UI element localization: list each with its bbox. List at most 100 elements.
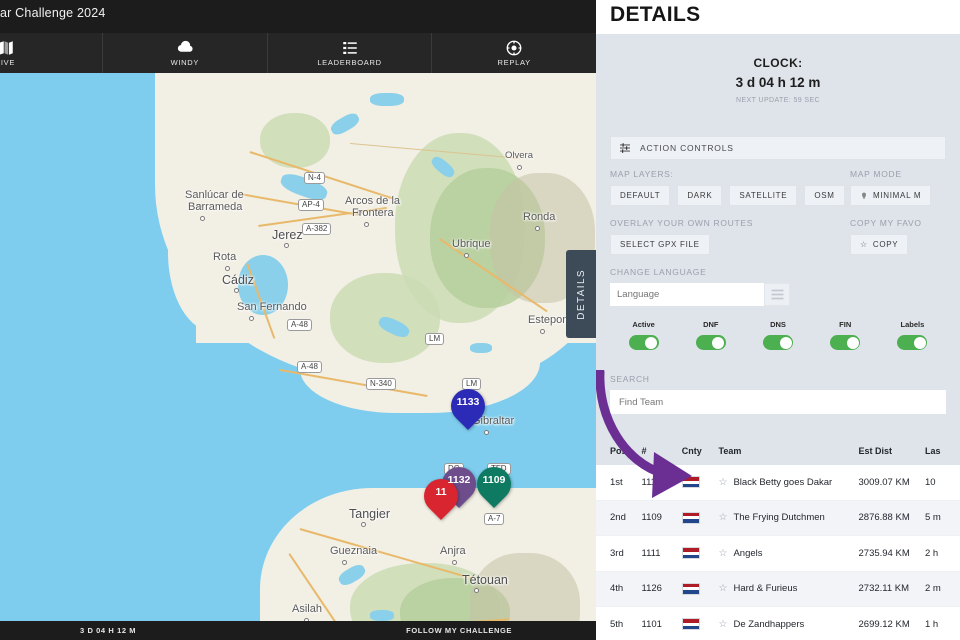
search-input[interactable]: [610, 390, 946, 414]
details-panel-handle[interactable]: DETAILS: [566, 250, 596, 338]
map-team-pin[interactable]: 1133: [443, 381, 493, 431]
table-row[interactable]: 5th 1101 ☆ De Zandhappers 2699.12 KM 1 h: [596, 607, 960, 640]
favorite-star-icon[interactable]: ☆: [719, 548, 728, 559]
map-layers-label: MAP LAYERS:: [610, 169, 674, 179]
copy-label: COPY: [872, 240, 899, 249]
nav-item-windy[interactable]: WINDY: [103, 33, 268, 73]
cell-team[interactable]: ☆ The Frying Dutchmen: [719, 512, 859, 523]
favorite-star-icon[interactable]: ☆: [719, 512, 728, 523]
cell-number: 1109: [641, 512, 662, 524]
nav-label-replay: REPLAY: [497, 58, 531, 67]
app-root: ar Challenge 2024 LIVE WINDY: [0, 0, 960, 640]
toggle-switch[interactable]: [830, 335, 861, 350]
map-city-dot: [342, 560, 347, 565]
gpx-row[interactable]: SELECT GPX FILE: [610, 234, 865, 255]
toggle-dnf[interactable]: DNF: [677, 320, 744, 350]
map-layer-satellite-button[interactable]: SATELLITE: [729, 185, 798, 206]
table-row[interactable]: 3rd 1111 ☆ Angels 2735.94 KM 2 h: [596, 536, 960, 572]
cell-team[interactable]: ☆ Angels: [719, 548, 859, 559]
pin-slash-icon: [862, 192, 866, 199]
toggle-labels[interactable]: Labels: [879, 320, 946, 350]
table-row[interactable]: 2nd 1109 ☆ The Frying Dutchmen 2876.88 KM 5 m: [596, 500, 960, 536]
toggle-switch[interactable]: [695, 335, 726, 350]
toggle-active[interactable]: Active: [610, 320, 677, 350]
copy-favorites-button[interactable]: ☆ COPY: [850, 234, 909, 255]
cell-est-dist: 2876.88 KM: [858, 512, 910, 524]
map-layer-osm-button[interactable]: OSM: [804, 185, 845, 206]
map-road-shield: N-340: [366, 378, 396, 390]
map-layer-default-button[interactable]: DEFAULT: [610, 185, 671, 206]
cell-country: [681, 618, 719, 631]
map-city-dot: [234, 288, 239, 293]
cell-position: 1st: [610, 476, 623, 488]
flag-nl-icon: [681, 511, 700, 524]
toggle-label: DNS: [770, 320, 786, 329]
sliders-icon: [620, 143, 630, 153]
favorite-star-icon[interactable]: ☆: [719, 477, 728, 488]
reservoir-5: [370, 93, 404, 106]
map-city-dot: [540, 329, 545, 334]
map-road-shield: AP-4: [298, 199, 324, 211]
map-road-shield: LM: [425, 333, 445, 345]
flag-nl-icon: [681, 582, 700, 595]
details-panel[interactable]: DETAILS CLOCK: 3 d 04 h 12 m NEXT UPDATE…: [596, 0, 960, 640]
map-layer-dark-button[interactable]: DARK: [677, 185, 723, 206]
toggle-switch[interactable]: [763, 335, 793, 350]
star-icon: ☆: [860, 240, 868, 249]
map-city-dot: [364, 222, 369, 227]
favorite-star-icon[interactable]: ☆: [719, 619, 728, 630]
cell-team[interactable]: ☆ De Zandhappers: [719, 619, 859, 630]
header-pos: Pos: [610, 446, 627, 456]
main-nav[interactable]: LIVE WINDY LEADERBOARD: [0, 33, 596, 73]
toggle-fin[interactable]: FIN: [812, 320, 879, 350]
minimal-map-label: MINIMAL M: [873, 191, 922, 200]
leaderboard-table[interactable]: Pos # Cnty Team Est Dist Las 1st 1115 ☆ Bla…: [596, 437, 960, 640]
map-city-dot: [464, 253, 469, 258]
table-row[interactable]: 1st 1115 ☆ Black Betty goes Dakar 3009.07 KM…: [596, 465, 960, 501]
map-icon: [0, 41, 13, 55]
elapsed-time: 3 D 04 H 12 M: [80, 626, 137, 635]
search-label: SEARCH: [610, 374, 650, 384]
map-layers-buttons[interactable]: DEFAULT DARK SATELLITE OSM: [610, 185, 865, 206]
map-canvas[interactable]: Olvera Sanlúcar de Barrameda Arcos de la Fro…: [0, 73, 596, 621]
toggle-label: DNF: [703, 320, 719, 329]
change-language-label: CHANGE LANGUAGE: [610, 267, 707, 277]
details-handle-label: DETAILS: [575, 268, 587, 320]
toggle-label: FIN: [839, 320, 852, 329]
toggle-switch[interactable]: [628, 335, 659, 350]
cell-country: [681, 511, 719, 524]
header-number: #: [641, 446, 647, 456]
nav-item-live[interactable]: LIVE: [0, 33, 103, 73]
nav-item-leaderboard[interactable]: LEADERBOARD: [268, 33, 433, 73]
map-city-dot: [535, 226, 540, 231]
cell-position: 4th: [610, 583, 624, 595]
action-controls-header[interactable]: ACTION CONTROLS: [610, 136, 946, 160]
table-body[interactable]: 1st 1115 ☆ Black Betty goes Dakar 3009.07 KM…: [596, 465, 960, 640]
map-team-pin[interactable]: 1109: [469, 459, 519, 509]
team-name: Hard & Furieus: [733, 583, 798, 595]
map-team-pin[interactable]: 11: [416, 471, 466, 521]
nav-item-replay[interactable]: REPLAY: [432, 33, 596, 73]
copy-row[interactable]: ☆ COPY: [850, 234, 960, 255]
favorite-star-icon[interactable]: ☆: [719, 583, 728, 594]
map-pane[interactable]: ar Challenge 2024 LIVE WINDY: [0, 0, 596, 640]
select-gpx-file-button[interactable]: SELECT GPX FILE: [610, 234, 710, 255]
cell-team[interactable]: ☆ Hard & Furieus: [719, 583, 859, 594]
cell-team[interactable]: ☆ Black Betty goes Dakar: [719, 477, 859, 488]
status-filter-toggles[interactable]: Active DNF DNS FIN Labels: [610, 320, 946, 354]
language-list-button[interactable]: [764, 283, 790, 306]
cell-last: 5 m: [925, 512, 941, 524]
page-title: DETAILS: [610, 3, 701, 26]
copy-favorites-label: COPY MY FAVO: [850, 218, 922, 228]
reservoir-m2: [370, 610, 394, 621]
table-row[interactable]: 4th 1126 ☆ Hard & Furieus 2732.11 KM 2 m: [596, 571, 960, 607]
toggle-switch[interactable]: [897, 335, 928, 350]
minimal-map-button[interactable]: MINIMAL M: [850, 185, 932, 206]
pin-number: 1133: [456, 396, 480, 408]
clock-value: 3 d 04 h 12 m: [735, 75, 821, 90]
toggle-dns[interactable]: DNS: [744, 320, 811, 350]
language-selector[interactable]: [610, 283, 790, 306]
language-input[interactable]: [610, 283, 764, 306]
map-mode-row[interactable]: MINIMAL M: [850, 185, 960, 206]
cloud-icon: [177, 40, 193, 52]
